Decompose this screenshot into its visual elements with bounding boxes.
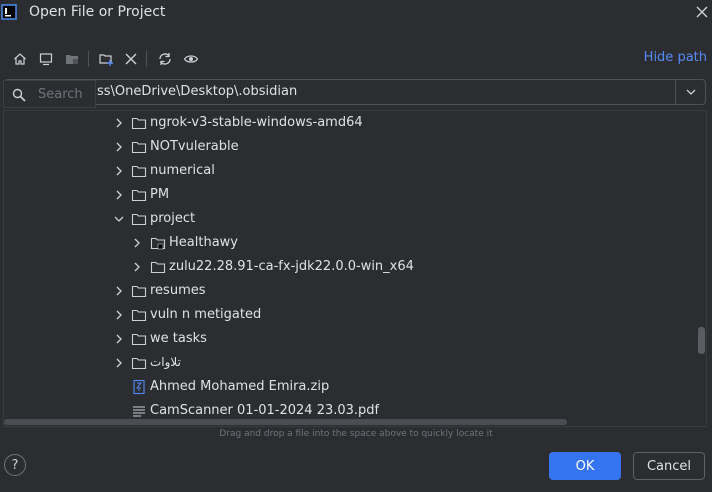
chevron-down-icon[interactable] <box>112 212 126 226</box>
tree-item[interactable]: Ahmed Mohamed Emira.zip <box>4 375 694 399</box>
ok-button[interactable]: OK <box>549 452 621 480</box>
tree-item[interactable]: project <box>4 207 694 231</box>
folder-icon <box>131 117 147 130</box>
tree-item-label: Ahmed Mohamed Emira.zip <box>150 379 330 394</box>
delete-icon[interactable] <box>122 50 140 68</box>
chevron-right-icon[interactable] <box>112 332 126 346</box>
folder-icon <box>131 309 147 322</box>
home-icon[interactable] <box>11 50 29 68</box>
close-icon[interactable] <box>694 4 710 20</box>
chevron-right-icon[interactable] <box>112 164 126 178</box>
search-input[interactable]: Search <box>38 87 83 102</box>
tree-item-label: vuln n metigated <box>150 307 262 322</box>
title-bar: Open File or Project <box>0 0 712 26</box>
toolbar-separator <box>88 51 89 67</box>
path-value: ss\OneDrive\Desktop\.obsidian <box>97 84 298 99</box>
cancel-button[interactable]: Cancel <box>633 452 705 480</box>
toolbar-separator <box>146 51 147 67</box>
new-folder-icon[interactable] <box>97 50 115 68</box>
tree-item-label: CamScanner 01-01-2024 23.03.pdf <box>150 403 380 418</box>
intellij-icon <box>1 4 17 20</box>
tree-item-label: PM <box>150 187 170 202</box>
tree-item[interactable]: PM <box>4 183 694 207</box>
drag-drop-hint: Drag and drop a file into the space abov… <box>219 429 493 439</box>
tree-item[interactable]: تلاوات <box>4 351 694 375</box>
file-tree[interactable]: ngrok-v3-stable-windows-amd64 NOTvulerab… <box>3 110 707 427</box>
chevron-right-icon[interactable] <box>112 140 126 154</box>
zip-file-icon <box>133 379 145 395</box>
folder-icon <box>131 285 147 298</box>
horizontal-scrollbar[interactable] <box>4 419 567 425</box>
tree-item-label: Healthawy <box>169 235 238 250</box>
folder-icon <box>131 141 147 154</box>
chevron-right-icon[interactable] <box>130 236 144 250</box>
search-icon <box>12 88 26 102</box>
tree-item-label: zulu22.28.91-ca-fx-jdk22.0.0-win_x64 <box>169 259 414 274</box>
tree-item[interactable]: Healthawy <box>4 231 694 255</box>
module-folder-icon <box>150 237 166 250</box>
search-popup[interactable]: Search <box>3 80 96 108</box>
folder-icon <box>131 165 147 178</box>
vertical-scrollbar[interactable] <box>698 327 705 354</box>
window-title: Open File or Project <box>29 4 166 20</box>
folder-icon <box>131 213 147 226</box>
help-button[interactable]: ? <box>4 454 26 476</box>
chevron-down-icon <box>686 89 695 95</box>
text-file-icon <box>133 406 145 417</box>
chevron-right-icon[interactable] <box>130 260 144 274</box>
path-history-dropdown[interactable] <box>675 80 705 104</box>
show-hidden-icon[interactable] <box>182 50 200 68</box>
tree-item[interactable]: ngrok-v3-stable-windows-amd64 <box>4 111 694 135</box>
tree-item-label: we tasks <box>150 331 207 346</box>
tree-item-label: project <box>150 211 196 226</box>
chevron-right-icon[interactable] <box>112 356 126 370</box>
chevron-right-icon[interactable] <box>112 116 126 130</box>
toolbar: Hide path <box>0 46 712 72</box>
folder-icon <box>131 189 147 202</box>
refresh-icon[interactable] <box>156 50 174 68</box>
tree-item[interactable]: we tasks <box>4 327 694 351</box>
project-folder-icon[interactable] <box>63 50 81 68</box>
folder-icon <box>131 357 147 370</box>
tree-item[interactable]: vuln n metigated <box>4 303 694 327</box>
tree-item-label: تلاوات <box>150 355 181 369</box>
tree-item[interactable]: NOTvulerable <box>4 135 694 159</box>
desktop-icon[interactable] <box>37 50 55 68</box>
chevron-right-icon[interactable] <box>112 308 126 322</box>
tree-item-label: NOTvulerable <box>150 139 239 154</box>
tree-item[interactable]: resumes <box>4 279 694 303</box>
tree-item[interactable]: zulu22.28.91-ca-fx-jdk22.0.0-win_x64 <box>4 255 694 279</box>
path-field[interactable]: ss\OneDrive\Desktop\.obsidian <box>4 79 706 105</box>
chevron-right-icon[interactable] <box>112 188 126 202</box>
hide-path-link[interactable]: Hide path <box>644 50 707 65</box>
tree-item-label: numerical <box>150 163 215 178</box>
tree-item[interactable]: numerical <box>4 159 694 183</box>
folder-icon <box>131 333 147 346</box>
help-label: ? <box>11 457 19 473</box>
folder-icon <box>150 261 166 274</box>
chevron-right-icon[interactable] <box>112 284 126 298</box>
tree-item-label: resumes <box>150 283 206 298</box>
tree-item-label: ngrok-v3-stable-windows-amd64 <box>150 115 363 130</box>
